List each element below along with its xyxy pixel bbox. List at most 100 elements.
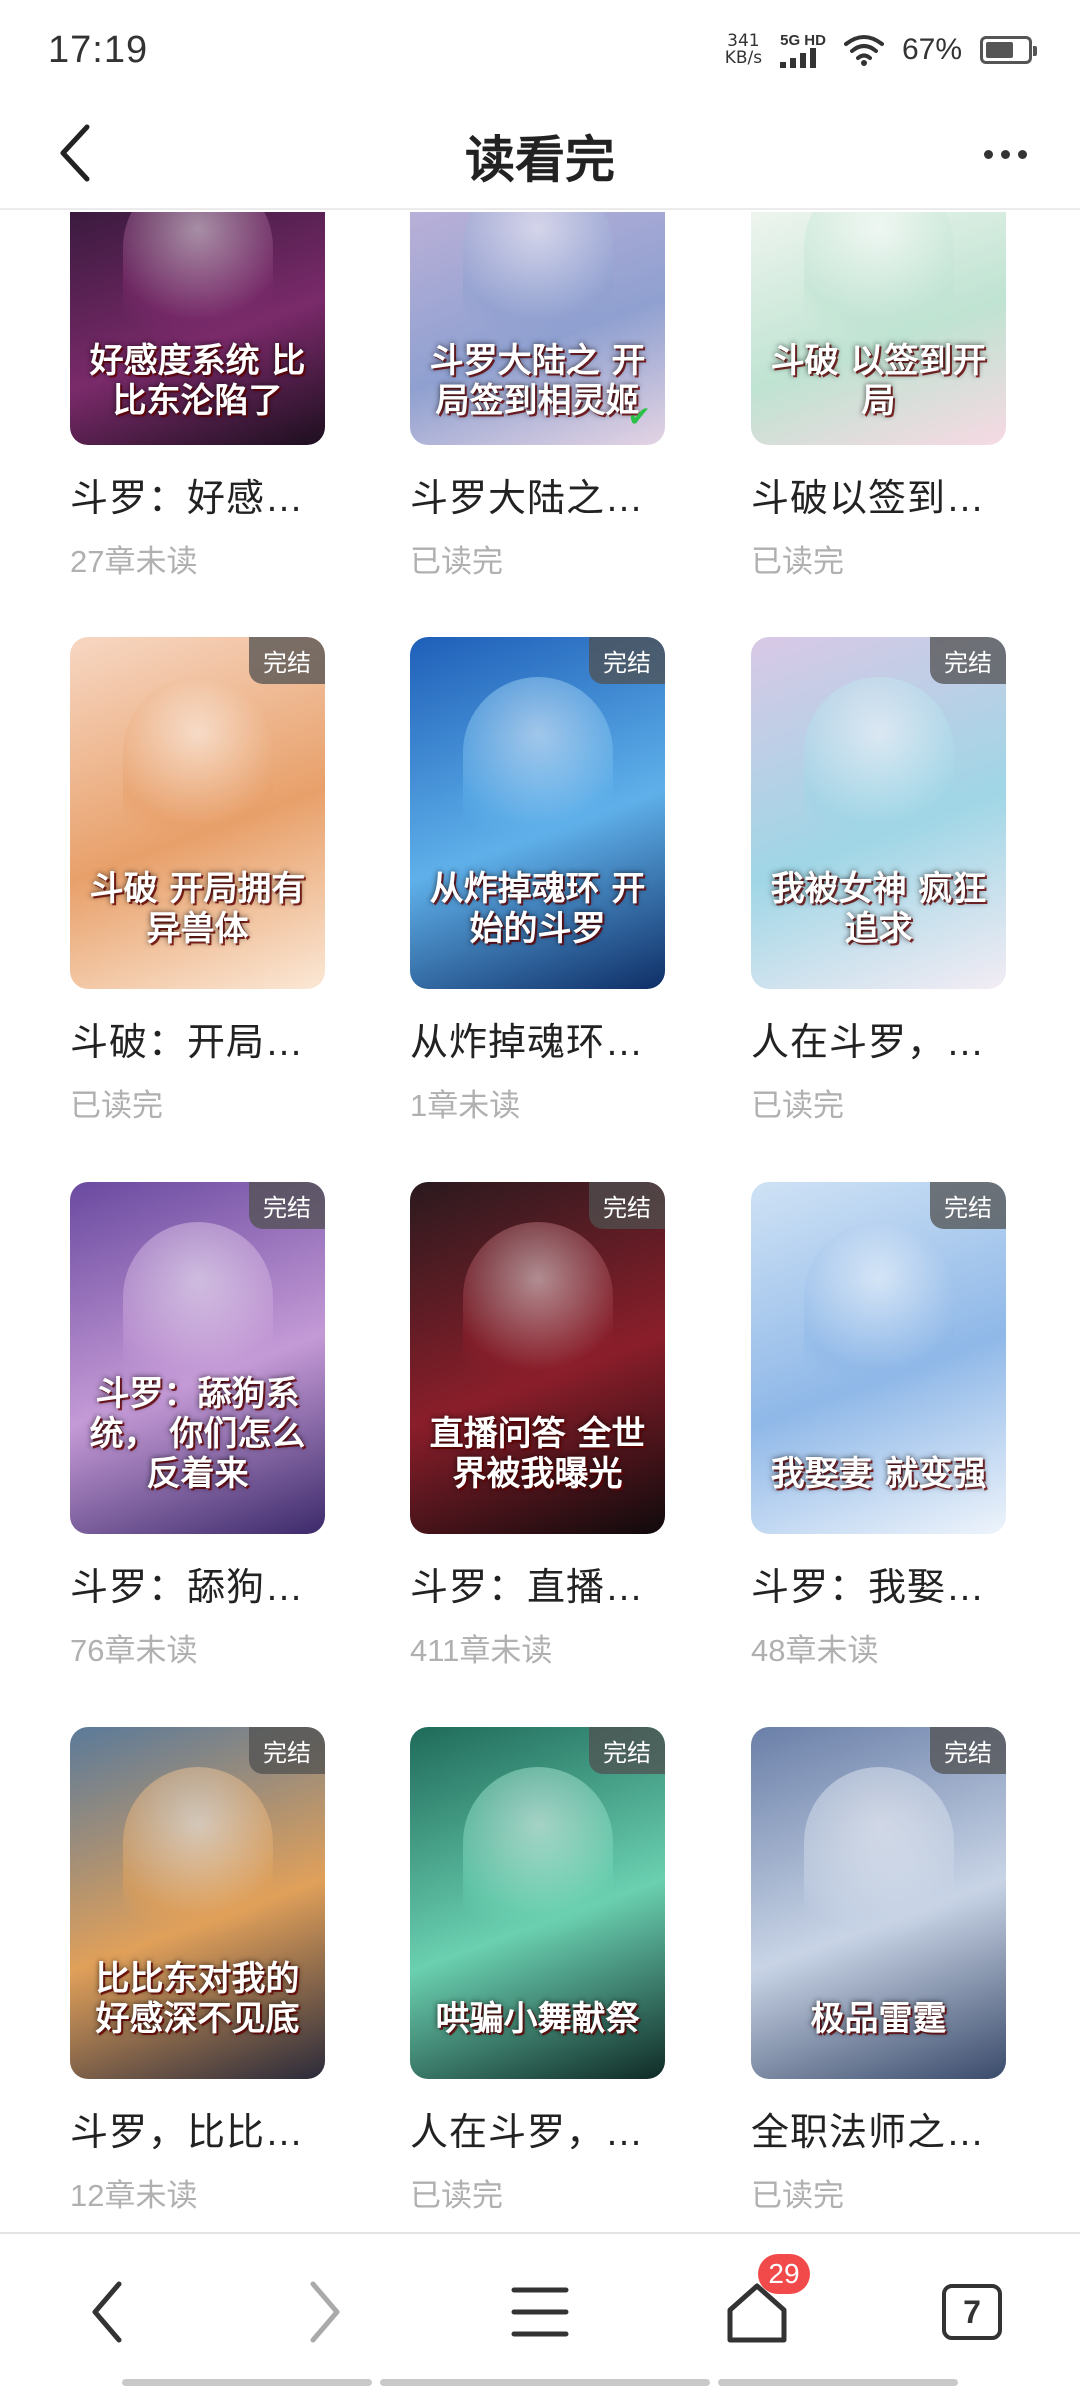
book-title[interactable]: 斗破以签到… [751,467,1006,522]
read-status: 12章未读 [70,2178,198,2213]
completed-badge: 完结 [930,637,1006,684]
battery-percent: 67% [901,33,962,66]
tab-count: 7 [942,2284,1002,2340]
cover-title-text: 极品雷霆 [810,1999,947,2039]
cover-title-text: 我娶妻 就变强 [770,1454,987,1494]
read-status: 411章未读 [410,1633,553,1668]
network-speed-unit: KB/s [724,48,763,68]
completed-badge: 完结 [589,1182,665,1229]
book-item[interactable]: 极品雷霆 完结全职法师之… 已读完 [751,1727,1006,2215]
read-status: 已读完 [410,2178,503,2213]
bottom-navigation: 29 7 [0,2232,1080,2400]
book-grid[interactable]: 好感度系统 比比东沦陷了 斗罗：好感… 27章未读 斗罗大陆之 开局签到相灵姬 ✔ 斗罗大… [0,212,1080,2232]
book-title[interactable]: 斗罗大陆之… [410,467,665,522]
book-cover[interactable]: 斗破 以签到开局 [751,212,1006,445]
nav-forward-button[interactable] [280,2272,370,2352]
cover-title-text: 斗破 开局拥有异兽体 [89,869,306,949]
read-status: 已读完 [751,1088,844,1123]
more-options-button[interactable] [970,128,1040,180]
book-title[interactable]: 全职法师之… [751,2101,1006,2156]
wifi-icon [843,35,884,66]
gesture-bar [0,2379,1080,2386]
read-status: 已读完 [70,1088,163,1123]
book-item[interactable]: 斗破 开局拥有异兽体 完结斗破：开局… 已读完 [70,637,325,1125]
completed-badge: 完结 [930,1727,1006,1774]
book-cover[interactable]: 直播问答 全世界被我曝光 完结 [410,1182,665,1534]
page-title: 读看完 [465,132,615,188]
book-item[interactable]: 从炸掉魂环 开始的斗罗 完结从炸掉魂环… 1章未读 [410,637,665,1125]
battery-icon [980,36,1037,64]
book-title[interactable]: 人在斗罗，… [410,2101,665,2156]
chevron-left-icon [92,2281,122,2343]
completed-badge: 完结 [930,1182,1006,1229]
cover-title-text: 哄骗小舞献祭 [435,1999,640,2039]
network-speed: 341 KB/s [725,33,762,67]
cover-title-text: 直播问答 全世界被我曝光 [429,1414,646,1494]
read-status: 48章未读 [751,1633,879,1668]
book-cover[interactable]: 比比东对我的好感深不见底 完结 [70,1727,325,2079]
book-title[interactable]: 斗罗：好感… [70,467,325,522]
more-dot-icon [1000,149,1010,159]
read-status: 27章未读 [70,544,198,579]
book-item[interactable]: 斗罗大陆之 开局签到相灵姬 ✔ 斗罗大陆之… 已读完 [410,212,665,581]
book-item[interactable]: 比比东对我的好感深不见底 完结斗罗，比比… 12章未读 [70,1727,325,2215]
notification-badge: 29 [758,2254,810,2294]
cover-title-text: 比比东对我的好感深不见底 [95,1959,300,2039]
cover-title-text: 从炸掉魂环 开始的斗罗 [429,869,646,949]
book-item[interactable]: 直播问答 全世界被我曝光 完结斗罗：直播… 411章未读 [410,1182,665,1670]
completed-badge: 完结 [589,1727,665,1774]
book-item[interactable]: 我被女神 疯狂追求 完结人在斗罗，… 已读完 [751,637,1006,1125]
signal-label: 5G HD [780,31,826,49]
book-cover[interactable]: 我被女神 疯狂追求 完结 [751,637,1006,989]
book-item[interactable]: 哄骗小舞献祭 完结人在斗罗，… 已读完 [410,1727,665,2215]
book-cover[interactable]: 斗罗：舔狗系统， 你们怎么反着来 完结 [70,1182,325,1534]
completed-badge: 完结 [249,1727,325,1774]
chevron-right-icon [310,2281,340,2343]
status-time: 17:19 [48,28,149,71]
hamburger-menu-icon [511,2287,569,2337]
status-bar: 17:19 341 KB/s 5G HD 67% [0,0,1080,100]
book-item[interactable]: 斗破 以签到开局斗破以签到… 已读完 [751,212,1006,581]
checkmark-icon: ✔ [627,401,651,432]
nav-back-button[interactable] [62,2272,152,2352]
cover-title-text: 斗罗大陆之 开局签到相灵姬 [429,341,646,421]
book-cover[interactable]: 极品雷霆 完结 [751,1727,1006,2079]
cover-title-text: 我被女神 疯狂追求 [770,869,987,949]
book-title[interactable]: 从炸掉魂环… [410,1011,665,1066]
more-dot-icon [983,149,993,159]
book-title[interactable]: 斗罗，比比… [70,2101,325,2156]
read-status: 已读完 [751,2178,844,2213]
read-status: 1章未读 [410,1088,521,1123]
book-cover[interactable]: 哄骗小舞献祭 完结 [410,1727,665,2079]
book-title[interactable]: 斗罗：我娶… [751,1556,1006,1611]
book-item[interactable]: 我娶妻 就变强 完结斗罗：我娶… 48章未读 [751,1182,1006,1670]
book-title[interactable]: 斗罗：直播… [410,1556,665,1611]
book-title[interactable]: 斗罗：舔狗… [70,1556,325,1611]
menu-button[interactable] [495,2272,585,2352]
read-status: 已读完 [751,544,844,579]
book-cover[interactable]: 我娶妻 就变强 完结 [751,1182,1006,1534]
book-cover[interactable]: 斗破 开局拥有异兽体 完结 [70,637,325,989]
cellular-signal-icon: 5G HD [780,33,826,68]
book-cover[interactable]: 好感度系统 比比东沦陷了 [70,212,325,445]
cover-title-text: 斗罗：舔狗系统， 你们怎么反着来 [89,1374,306,1494]
read-status: 76章未读 [70,1633,198,1668]
top-app-bar: 读看完 [0,100,1080,210]
tabs-button[interactable]: 7 [927,2272,1017,2352]
status-icons: 341 KB/s 5G HD 67% [725,33,1037,68]
completed-badge: 完结 [249,637,325,684]
book-cover[interactable]: 从炸掉魂环 开始的斗罗 完结 [410,637,665,989]
completed-badge: 完结 [249,1182,325,1229]
book-title[interactable]: 斗破：开局… [70,1011,325,1066]
book-item[interactable]: 好感度系统 比比东沦陷了斗罗：好感… 27章未读 [70,212,325,581]
cover-title-text: 斗破 以签到开局 [770,341,987,421]
home-button[interactable]: 29 [712,2254,810,2352]
book-cover[interactable]: 斗罗大陆之 开局签到相灵姬 ✔ [410,212,665,445]
more-dot-icon [1017,149,1027,159]
completed-badge: 完结 [589,637,665,684]
battery-fill [986,42,1013,58]
read-status: 已读完 [410,544,503,579]
book-title[interactable]: 人在斗罗，… [751,1011,1006,1066]
book-item[interactable]: 斗罗：舔狗系统， 你们怎么反着来 完结斗罗：舔狗… 76章未读 [70,1182,325,1670]
cover-title-text: 好感度系统 比比东沦陷了 [89,341,306,421]
